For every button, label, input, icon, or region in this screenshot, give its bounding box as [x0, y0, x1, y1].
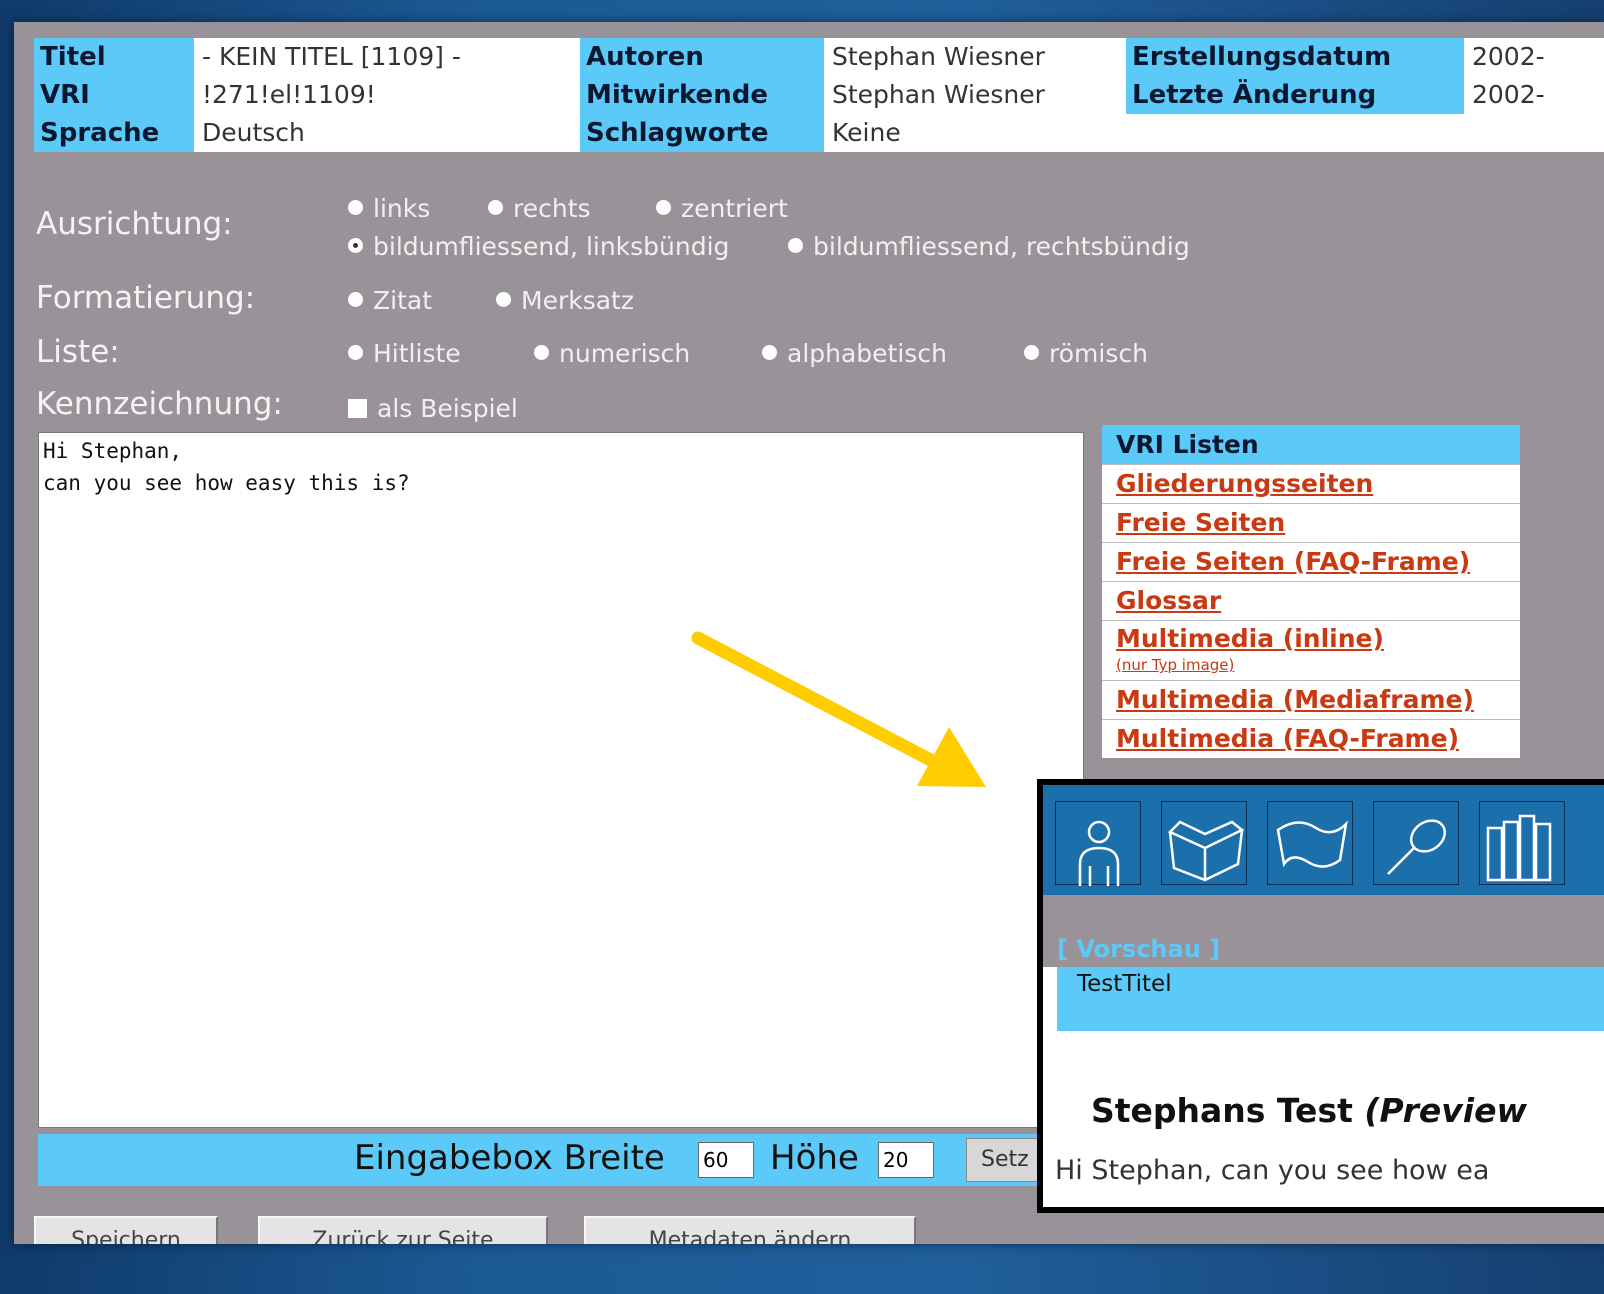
preview-body-text: Hi Stephan, can you see how ea: [1055, 1155, 1490, 1186]
link-multimedia-inline[interactable]: Multimedia (inline): [1116, 624, 1384, 653]
save-button[interactable]: Speichern: [34, 1216, 218, 1244]
flag-icon[interactable]: [1267, 801, 1353, 885]
link-gliederungsseiten[interactable]: Gliederungsseiten: [1116, 469, 1373, 498]
vri-list-item: Glossar: [1102, 581, 1520, 620]
editor-panel: Titel - KEIN TITEL [1109] - Autoren Step…: [14, 22, 1604, 1244]
link-freie-seiten-faq[interactable]: Freie Seiten (FAQ-Frame): [1116, 547, 1470, 576]
books-icon[interactable]: [1479, 801, 1565, 885]
link-freie-seiten[interactable]: Freie Seiten: [1116, 508, 1285, 537]
vri-listen-box: VRI Listen Gliederungsseiten Freie Seite…: [1102, 425, 1520, 758]
metadata-blank: [1126, 114, 1604, 152]
breite-label: Eingabebox Breite: [354, 1138, 665, 1178]
yellow-arrow-icon: [691, 631, 986, 787]
erstellungsdatum-label: Erstellungsdatum: [1126, 38, 1464, 76]
preview-heading: Stephans Test (Preview: [1091, 1091, 1527, 1130]
vri-list-item: Freie Seiten (FAQ-Frame): [1102, 542, 1520, 581]
letzte-aenderung-label: Letzte Änderung: [1126, 76, 1464, 114]
person-icon[interactable]: [1055, 801, 1141, 886]
multimedia-inline-note: (nur Typ image): [1116, 656, 1235, 674]
letzte-aenderung-value: 2002-: [1464, 76, 1604, 114]
preview-toolbar: [1043, 785, 1604, 895]
erstellungsdatum-value: 2002-: [1464, 38, 1604, 76]
preview-label: [ Vorschau ]: [1057, 935, 1221, 963]
link-glossar[interactable]: Glossar: [1116, 586, 1221, 615]
link-multimedia-mediaframe[interactable]: Multimedia (Mediaframe): [1116, 685, 1474, 714]
vri-list-item: Multimedia (inline) (nur Typ image): [1102, 620, 1520, 680]
vri-list-item: Gliederungsseiten: [1102, 464, 1520, 503]
vri-listen-header: VRI Listen: [1102, 425, 1520, 464]
book-icon[interactable]: [1161, 801, 1247, 885]
vri-list-item: Freie Seiten: [1102, 503, 1520, 542]
hoehe-label: Höhe: [770, 1138, 859, 1178]
vri-list-item: Multimedia (Mediaframe): [1102, 680, 1520, 719]
height-input[interactable]: [878, 1142, 934, 1178]
link-multimedia-faq[interactable]: Multimedia (FAQ-Frame): [1116, 724, 1459, 753]
vri-list-item: Multimedia (FAQ-Frame): [1102, 719, 1520, 758]
back-to-page-button[interactable]: Zurück zur Seite: [258, 1216, 548, 1244]
preview-window: [ Vorschau ] TestTitel Stephans Test (Pr…: [1037, 779, 1604, 1213]
preview-page-title: TestTitel: [1077, 971, 1172, 997]
edit-metadata-button[interactable]: Metadaten ändern: [584, 1216, 916, 1244]
width-input[interactable]: [698, 1142, 754, 1178]
magnifier-icon[interactable]: [1373, 801, 1459, 885]
